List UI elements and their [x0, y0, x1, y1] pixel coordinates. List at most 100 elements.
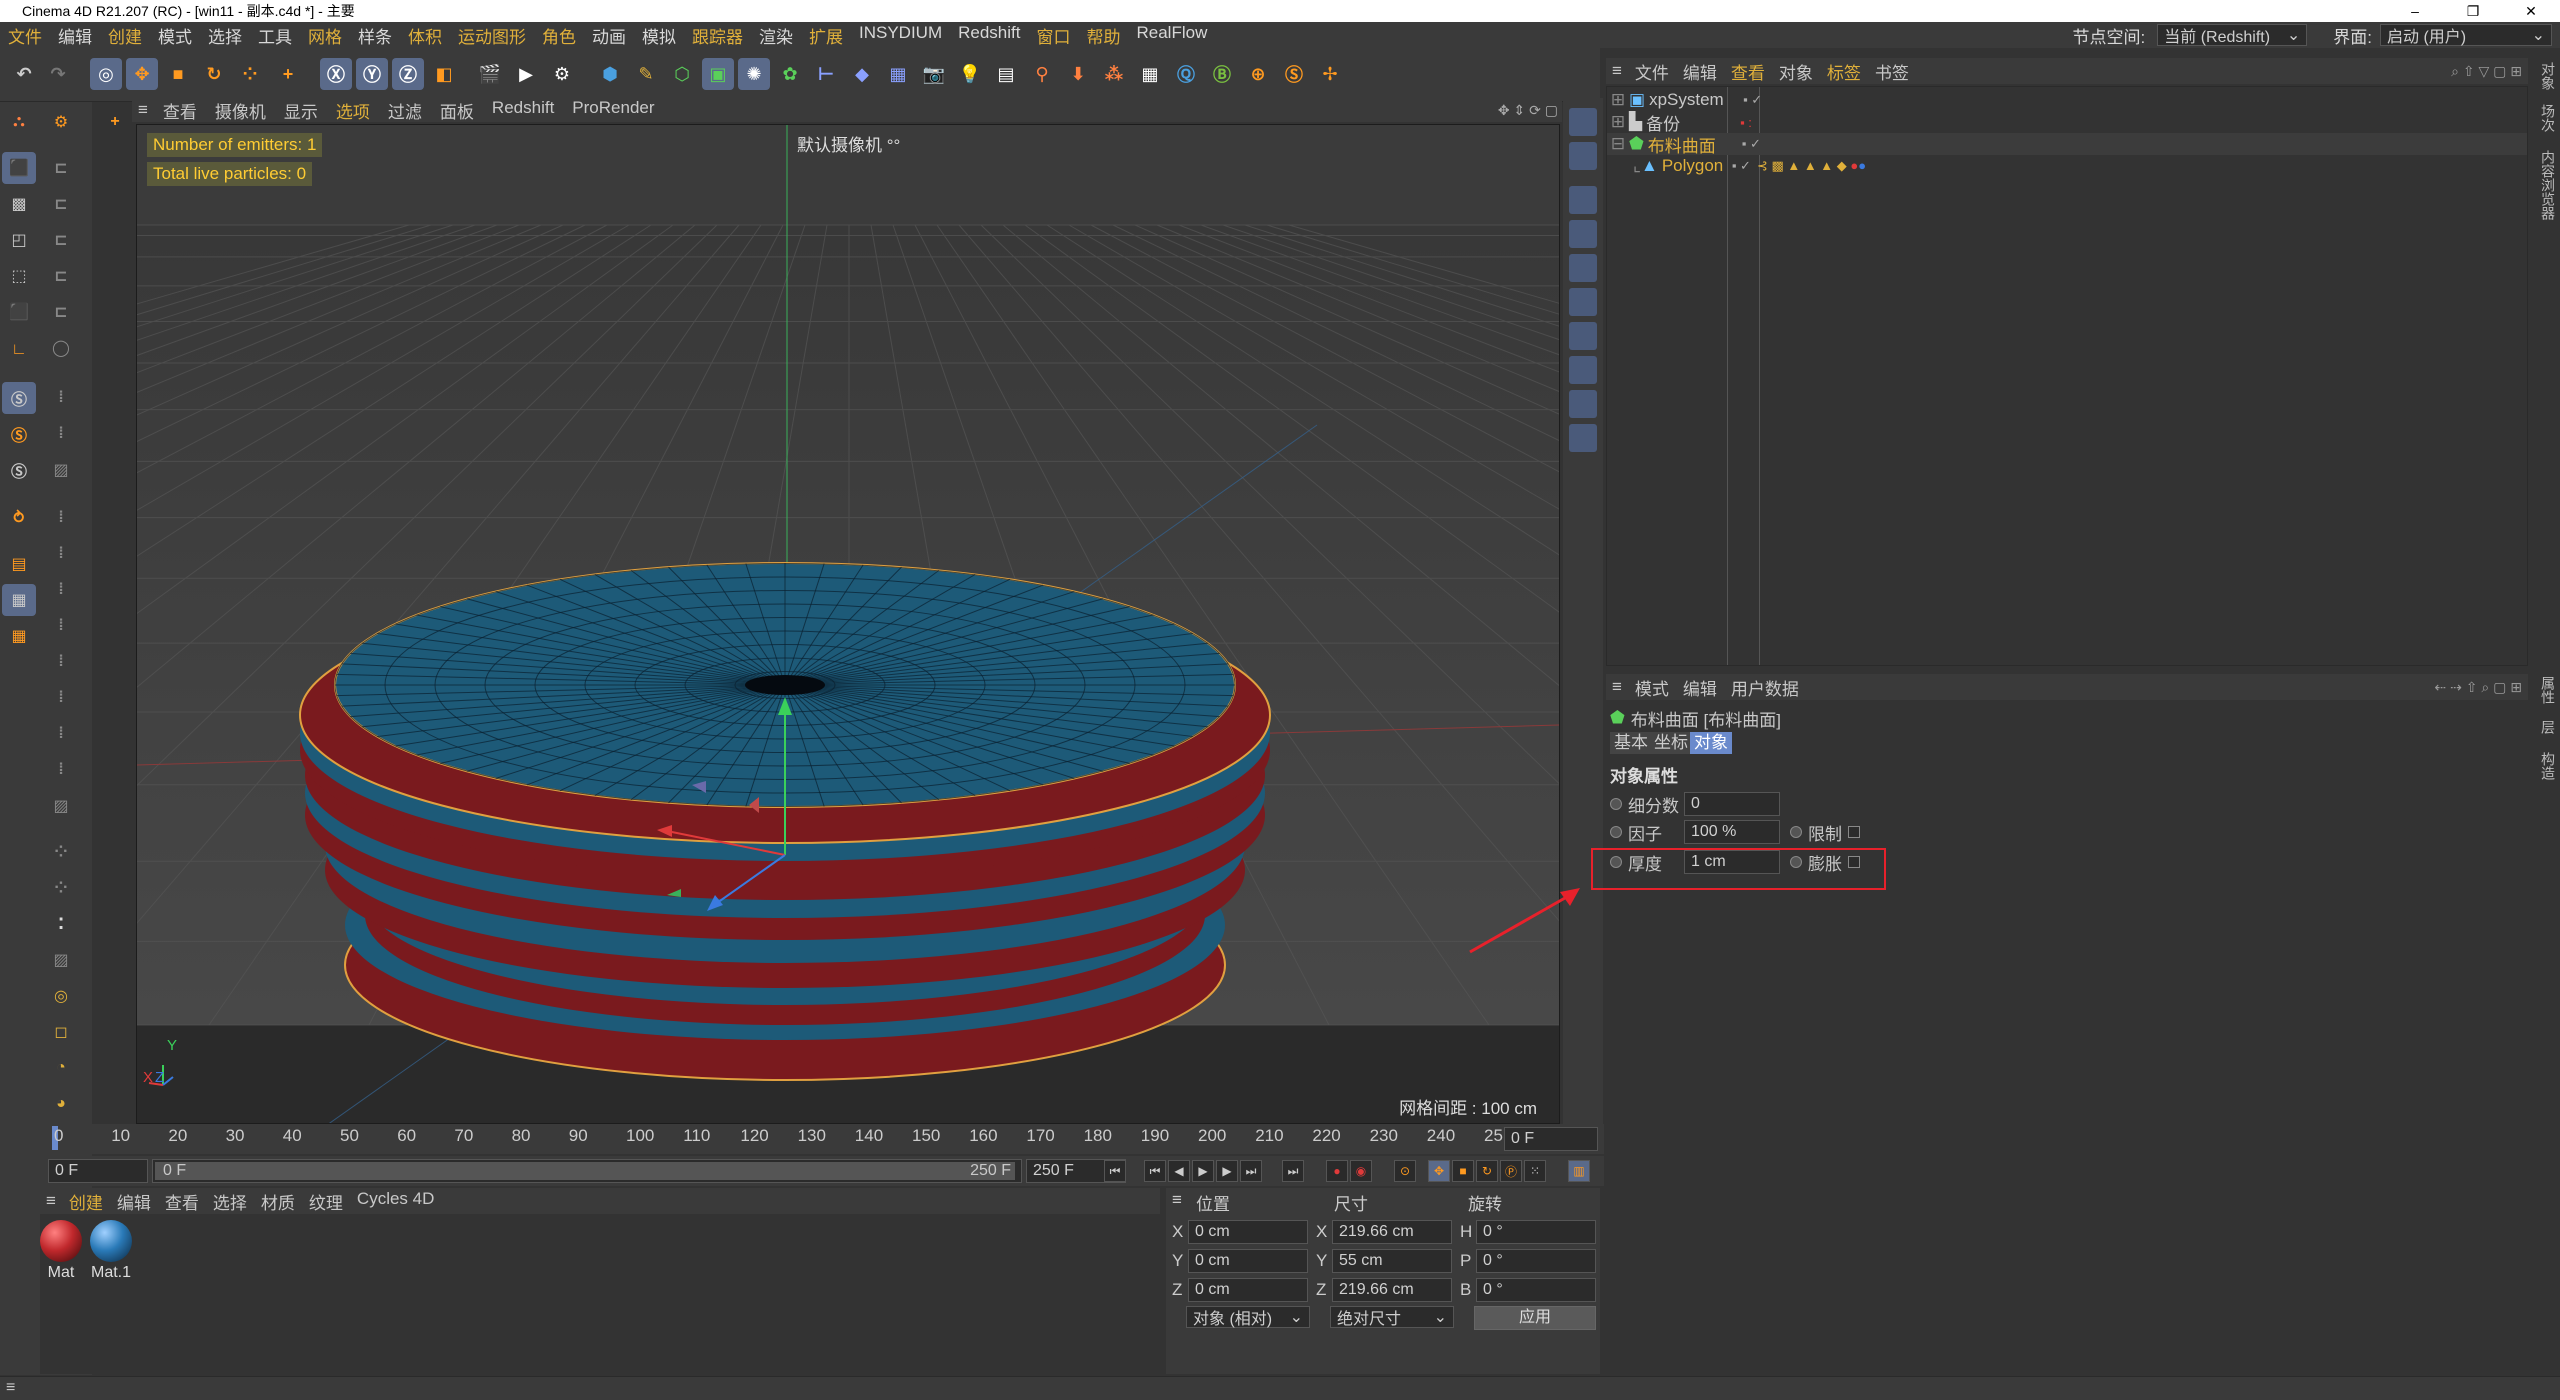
- visibility-icon[interactable]: ▪ :: [1740, 115, 1752, 130]
- xp-fluid-icon[interactable]: ⬇: [1062, 58, 1094, 90]
- picture-viewer-icon[interactable]: ▤: [990, 58, 1022, 90]
- rotate-tool-icon[interactable]: ↻: [198, 58, 230, 90]
- material-menu-item-6[interactable]: Cycles 4D: [350, 1189, 441, 1214]
- deformer-icon[interactable]: ✺: [738, 58, 770, 90]
- viewport-menu-item-3[interactable]: 选项: [327, 98, 379, 123]
- close-button[interactable]: ✕: [2502, 0, 2560, 22]
- key-position-icon[interactable]: ✥: [1428, 1160, 1450, 1182]
- coord-size-field[interactable]: 219.66 cm: [1332, 1220, 1452, 1244]
- strip-icon-6[interactable]: [1569, 288, 1597, 316]
- object-manager-tools[interactable]: ⌕ ⇧ ▽ ▢ ⊞: [2451, 63, 2522, 80]
- node-space-dropdown[interactable]: 当前 (Redshift) ⌄: [2157, 24, 2308, 46]
- menu-item-13[interactable]: 跟踪器: [684, 23, 751, 48]
- tool-q-icon[interactable]: ⁞: [44, 754, 78, 786]
- texture-mode-icon[interactable]: ▩: [2, 188, 36, 220]
- object-row-cloth-surface[interactable]: ⊟ ⬟ 布料曲面 ▪ ✓: [1607, 133, 2527, 156]
- array-icon[interactable]: ▣: [702, 58, 734, 90]
- recent-tool-icon[interactable]: ⁘: [234, 58, 266, 90]
- timeline-ruler[interactable]: 0 10 20 30 40 50 60 70 80 90 100 110 120 130 140 150 160…: [44, 1124, 1604, 1154]
- side-tab-objects[interactable]: 对象: [2536, 62, 2558, 90]
- prev-key-icon[interactable]: ⏮: [1144, 1160, 1166, 1182]
- tool-o-icon[interactable]: ⁞: [44, 682, 78, 714]
- workplane-icon[interactable]: ◰: [2, 224, 36, 256]
- tag-icons[interactable]: ⊰ ▩ ▲ ▲ ▲ ◆ ●●: [1757, 158, 1866, 174]
- menu-item-15[interactable]: 扩展: [801, 23, 851, 48]
- tool-l-icon[interactable]: ⁞: [44, 574, 78, 606]
- attribute-menu-item-2[interactable]: 用户数据: [1724, 675, 1806, 700]
- coord-mode-dropdown[interactable]: 对象 (相对) ⌄: [1186, 1306, 1310, 1328]
- menu-item-4[interactable]: 选择: [200, 23, 250, 48]
- coord-rot-field[interactable]: 0 °: [1476, 1220, 1596, 1244]
- limit-checkbox[interactable]: [1848, 826, 1860, 838]
- menu-item-10[interactable]: 角色: [534, 23, 584, 48]
- viewport-menu-item-5[interactable]: 面板: [431, 98, 483, 123]
- menu-item-17[interactable]: Redshift: [950, 23, 1028, 48]
- viewport-nav-icons[interactable]: ✥ ⇕ ⟳ ▢: [1498, 102, 1558, 119]
- tool-r-icon[interactable]: ▨: [44, 790, 78, 822]
- material-item[interactable]: Mat.1: [90, 1220, 132, 1282]
- coord-menu-icon[interactable]: ≡: [1172, 1190, 1182, 1210]
- xp-dots-icon[interactable]: ⁂: [1098, 58, 1130, 90]
- visibility-icon[interactable]: ▪ ✓: [1732, 158, 1751, 174]
- coord-pos-field[interactable]: 0 cm: [1188, 1249, 1308, 1273]
- autokey-icon[interactable]: ◉: [1350, 1160, 1372, 1182]
- side-tab-content-browser[interactable]: 内容浏览器: [2536, 150, 2558, 220]
- add-object-icon[interactable]: +: [98, 106, 132, 138]
- camera-icon[interactable]: 📷: [918, 58, 950, 90]
- animate-radio[interactable]: [1610, 798, 1622, 810]
- menu-item-12[interactable]: 模拟: [634, 23, 684, 48]
- tool-g-icon[interactable]: ⁞: [44, 382, 78, 414]
- strip-icon-8[interactable]: [1569, 356, 1597, 384]
- 3d-viewport[interactable]: Number of emitters: 1 Total live particl…: [136, 124, 1560, 1124]
- menu-item-8[interactable]: 体积: [400, 23, 450, 48]
- current-frame-field[interactable]: 0 F: [1504, 1127, 1598, 1151]
- locked-workplane-icon[interactable]: ▦: [2, 620, 36, 652]
- arrows-icon[interactable]: ✢: [1314, 58, 1346, 90]
- visibility-icon[interactable]: ▪ ✓: [1742, 136, 1761, 152]
- object-menu-icon[interactable]: ≡: [1606, 61, 1628, 81]
- tool-c-icon[interactable]: ⊏: [44, 224, 78, 256]
- light-icon[interactable]: 💡: [954, 58, 986, 90]
- viewport-menu-icon[interactable]: ≡: [132, 100, 154, 120]
- sculpt-smooth-icon[interactable]: ◔: [44, 1052, 78, 1084]
- tool-a-icon[interactable]: ⊏: [44, 152, 78, 184]
- grid-icon[interactable]: ▦: [1134, 58, 1166, 90]
- target-icon[interactable]: ⊕: [1242, 58, 1274, 90]
- object-menu-item-0[interactable]: 文件: [1628, 59, 1676, 84]
- sculpt-brush-icon[interactable]: ◎: [44, 980, 78, 1012]
- visibility-icon[interactable]: ▪ ✓: [1743, 92, 1762, 108]
- object-menu-item-3[interactable]: 对象: [1772, 59, 1820, 84]
- tool-p-icon[interactable]: ⁞: [44, 718, 78, 750]
- key-param-icon[interactable]: Ⓟ: [1500, 1160, 1522, 1182]
- viewport-menu-item-7[interactable]: ProRender: [563, 98, 663, 123]
- object-menu-item-4[interactable]: 标签: [1820, 59, 1868, 84]
- animate-radio[interactable]: [1790, 826, 1802, 838]
- subdivision-icon[interactable]: ⬡: [666, 58, 698, 90]
- menu-item-14[interactable]: 渲染: [751, 23, 801, 48]
- menu-item-19[interactable]: 帮助: [1079, 23, 1129, 48]
- prev-frame-icon[interactable]: ◀: [1168, 1160, 1190, 1182]
- select-tool-icon[interactable]: ◎: [90, 58, 122, 90]
- viewport-menu-item-0[interactable]: 查看: [154, 98, 206, 123]
- object-menu-item-5[interactable]: 书签: [1868, 59, 1916, 84]
- keyframe-selection-icon[interactable]: ⊙: [1394, 1160, 1416, 1182]
- pen-icon[interactable]: ✎: [630, 58, 662, 90]
- key-rotation-icon[interactable]: ↻: [1476, 1160, 1498, 1182]
- tool-t-icon[interactable]: ⁘: [44, 872, 78, 904]
- tool-b-icon[interactable]: ⊏: [44, 188, 78, 220]
- tool-f-icon[interactable]: ◯: [44, 332, 78, 364]
- snap-s2-icon[interactable]: Ⓢ: [2, 418, 36, 450]
- strip-icon-4[interactable]: [1569, 220, 1597, 248]
- cube-icon[interactable]: ⬢: [594, 58, 626, 90]
- viewport-menu-item-1[interactable]: 摄像机: [206, 98, 275, 123]
- subdivisions-field[interactable]: 0: [1684, 792, 1780, 816]
- tool-d-icon[interactable]: ⊏: [44, 260, 78, 292]
- tool-n-icon[interactable]: ⁞: [44, 646, 78, 678]
- coord-pos-field[interactable]: 0 cm: [1188, 1220, 1308, 1244]
- key-scale-icon[interactable]: ■: [1452, 1160, 1474, 1182]
- make-editable-icon[interactable]: ⛬: [2, 106, 36, 138]
- coord-size-mode-dropdown[interactable]: 绝对尺寸 ⌄: [1330, 1306, 1454, 1328]
- play-icon[interactable]: ▶: [1192, 1160, 1214, 1182]
- menu-item-9[interactable]: 运动图形: [450, 23, 534, 48]
- coord-size-field[interactable]: 219.66 cm: [1332, 1278, 1452, 1302]
